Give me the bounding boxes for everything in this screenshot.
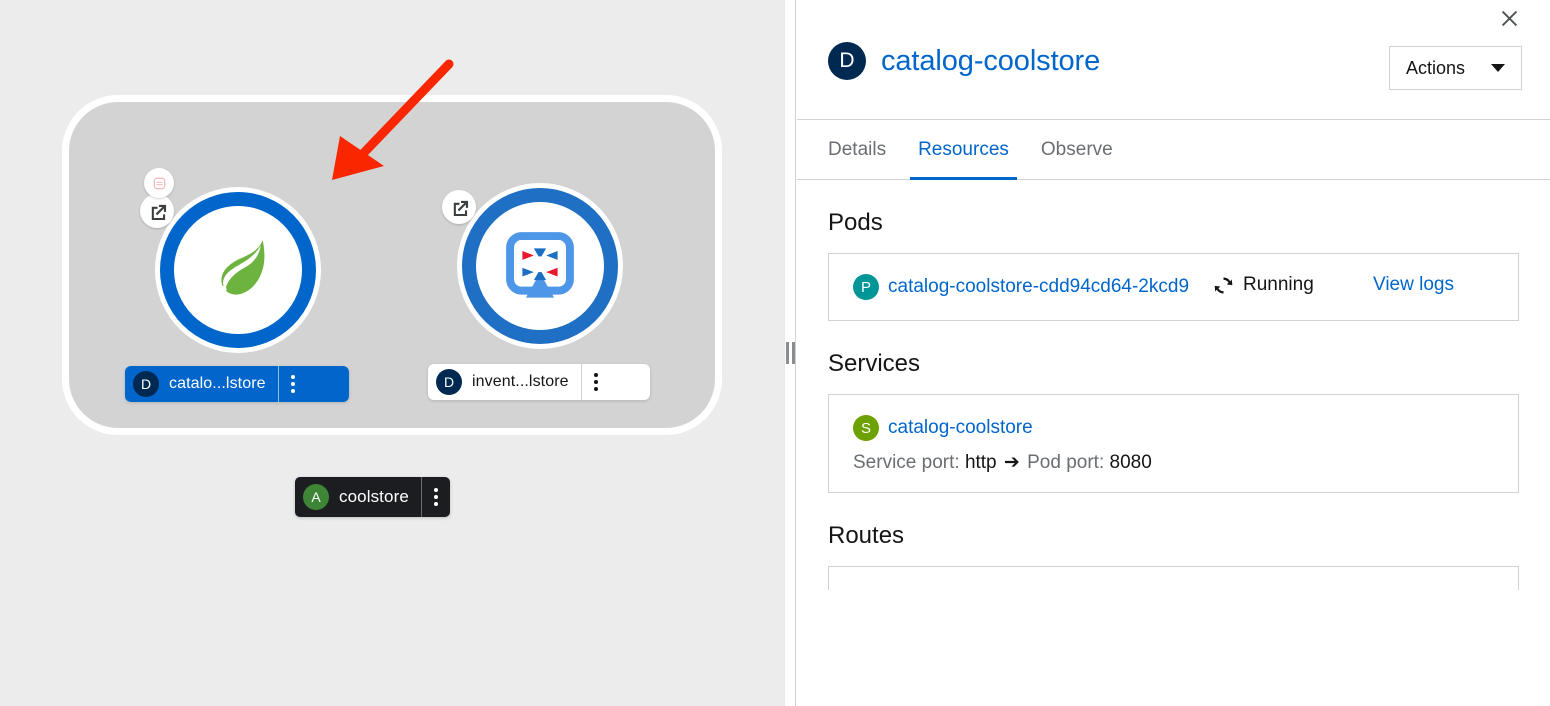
close-icon	[1500, 9, 1519, 28]
service-name-link[interactable]: catalog-coolstore	[888, 413, 1033, 443]
routes-section-title: Routes	[828, 522, 1519, 550]
actions-label: Actions	[1406, 58, 1465, 79]
external-link-icon	[450, 198, 469, 217]
node-label-main-inventory[interactable]: D invent...lstore	[428, 364, 581, 400]
tab-observe[interactable]: Observe	[1025, 120, 1129, 179]
node-label-text-catalog: catalo...lstore	[169, 375, 266, 393]
node-type-badge-inventory: D	[436, 369, 462, 395]
pod-badge: P	[853, 274, 879, 300]
node-circle-inventory[interactable]	[462, 188, 618, 344]
panel-title-group: D catalog-coolstore	[828, 42, 1100, 80]
service-port-label: Service port:	[853, 452, 960, 473]
service-port-value: http	[965, 452, 997, 473]
node-context-menu-catalog[interactable]	[279, 366, 307, 402]
pod-row: P catalog-coolstore-cdd94cd64-2kcd9 Runn…	[853, 272, 1494, 302]
node-context-menu-inventory[interactable]	[582, 364, 610, 400]
topology-canvas[interactable]: D catalo...lstore	[0, 0, 784, 706]
pod-name-col: P catalog-coolstore-cdd94cd64-2kcd9	[853, 272, 1213, 302]
routes-card	[828, 566, 1519, 590]
services-section-title: Services	[828, 350, 1519, 378]
external-link-decorator-inventory[interactable]	[442, 190, 476, 224]
pods-card: P catalog-coolstore-cdd94cd64-2kcd9 Runn…	[828, 253, 1519, 321]
page-title[interactable]: catalog-coolstore	[881, 45, 1100, 78]
resize-grip-icon	[786, 342, 795, 364]
pod-status-text: Running	[1243, 274, 1314, 296]
node-label-inventory[interactable]: D invent...lstore	[428, 364, 650, 400]
node-label-text-inventory: invent...lstore	[472, 373, 569, 391]
service-badge: S	[853, 415, 879, 441]
pod-status: Running	[1213, 272, 1373, 296]
arrow-right-icon: ➔	[1002, 452, 1022, 473]
tab-resources[interactable]: Resources	[902, 120, 1025, 179]
sync-running-icon	[1213, 275, 1234, 296]
external-link-decorator-catalog[interactable]	[140, 194, 174, 228]
panel-tabs: Details Resources Observe	[797, 120, 1550, 180]
service-port-mapping: Service port: http ➔ Pod port: 8080	[853, 451, 1494, 474]
group-label-main[interactable]: A coolstore	[295, 477, 421, 517]
pod-port-label: Pod port:	[1027, 452, 1104, 473]
resource-side-panel: D catalog-coolstore Actions Details Reso…	[797, 0, 1550, 706]
spring-boot-leaf-icon	[194, 226, 282, 314]
services-card: S catalog-coolstore Service port: http ➔…	[828, 394, 1519, 492]
tab-details[interactable]: Details	[828, 120, 902, 179]
node-label-main-catalog[interactable]: D catalo...lstore	[125, 366, 278, 402]
pod-name-link[interactable]: catalog-coolstore-cdd94cd64-2kcd9	[888, 272, 1189, 302]
application-name: coolstore	[339, 487, 409, 507]
group-context-menu[interactable]	[422, 477, 450, 517]
application-group-label[interactable]: A coolstore	[295, 477, 450, 517]
panel-resize-handle[interactable]	[784, 0, 796, 706]
node-label-catalog[interactable]: D catalo...lstore	[125, 366, 349, 402]
service-name-col: S catalog-coolstore	[853, 413, 1494, 443]
pod-port-value: 8080	[1110, 452, 1152, 473]
node-type-badge-catalog: D	[133, 371, 159, 397]
wildfly-jboss-icon	[496, 222, 584, 310]
application-badge: A	[303, 484, 329, 510]
chevron-down-icon	[1491, 64, 1505, 72]
external-link-icon	[148, 202, 167, 221]
topology-page: D catalo...lstore	[0, 0, 1550, 706]
build-decorator-icon	[152, 176, 167, 191]
pods-section-title: Pods	[828, 209, 1519, 237]
view-logs-link[interactable]: View logs	[1373, 272, 1454, 296]
actions-dropdown-button[interactable]: Actions	[1389, 46, 1522, 90]
deployment-badge: D	[828, 42, 866, 80]
build-decorator-catalog[interactable]	[144, 168, 174, 198]
panel-header: D catalog-coolstore Actions	[797, 0, 1550, 120]
panel-content: Pods P catalog-coolstore-cdd94cd64-2kcd9…	[797, 180, 1550, 706]
close-panel-button[interactable]	[1494, 3, 1524, 33]
node-circle-catalog[interactable]	[160, 192, 316, 348]
